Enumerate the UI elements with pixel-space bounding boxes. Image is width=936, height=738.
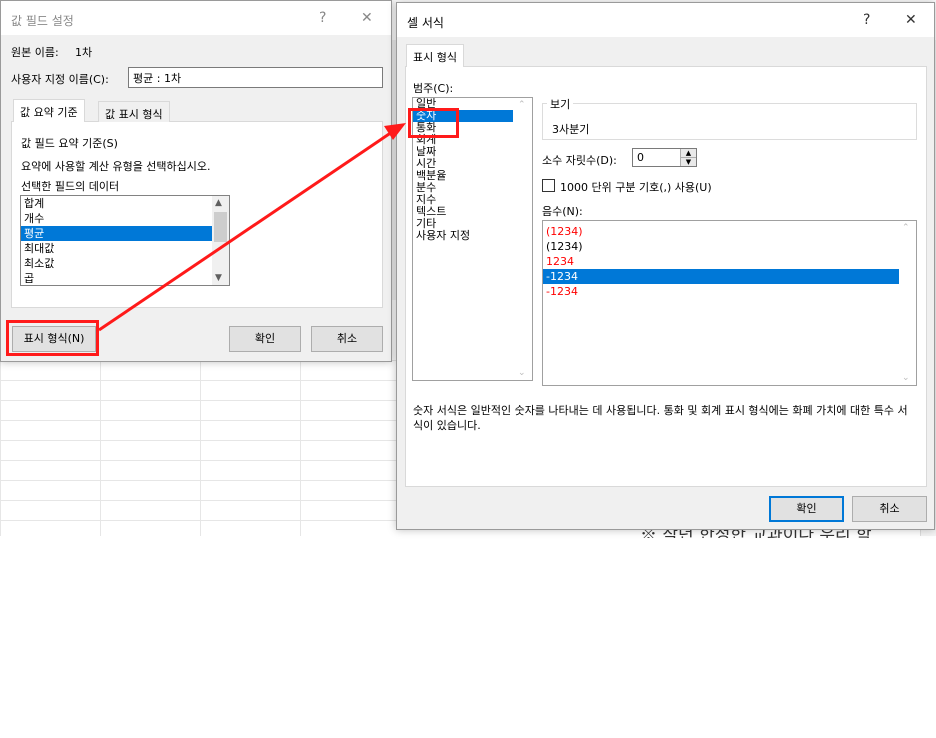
highlight-arrow: [98, 123, 406, 332]
arrow-head-icon: [384, 123, 406, 140]
arrow-line: [98, 126, 399, 332]
